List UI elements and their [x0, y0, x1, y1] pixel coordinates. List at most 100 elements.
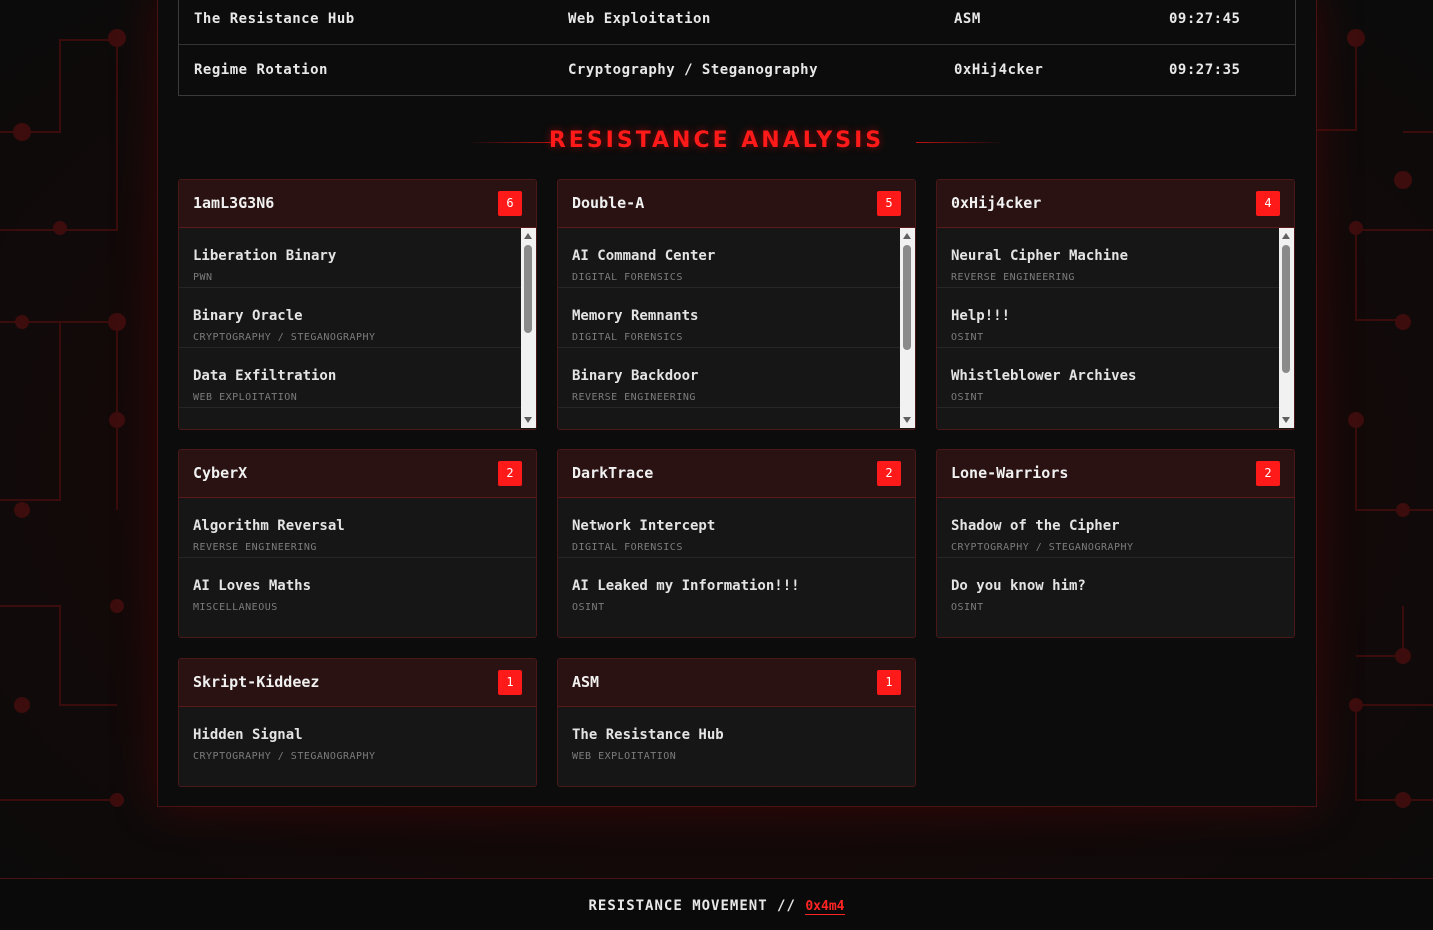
solve-count-badge: 2: [877, 461, 901, 486]
solve-list: Hidden Signal CRYPTOGRAPHY / STEGANOGRAP…: [179, 707, 536, 766]
solve-list[interactable]: Liberation Binary PWN Binary Oracle CRYP…: [179, 228, 536, 428]
solve-count-badge: 6: [498, 191, 522, 216]
list-item: Network Intercept DIGITAL FORENSICS: [558, 498, 915, 558]
solve-count-badge: 1: [877, 670, 901, 695]
scroll-up-arrow-icon[interactable]: [524, 233, 532, 239]
list-item: Neural Cipher Machine REVERSE ENGINEERIN…: [937, 228, 1294, 288]
challenge-category: OSINT: [951, 602, 984, 613]
challenge-category: DIGITAL FORENSICS: [572, 542, 683, 553]
team-card: Skript-Kiddeez 1 Hidden Signal CRYPTOGRA…: [178, 658, 537, 787]
scroll-up-arrow-icon[interactable]: [1282, 233, 1290, 239]
team-card: 1amL3G3N6 6 Liberation Binary PWN Binary…: [178, 179, 537, 430]
list-item: AI Leaked my Information!!! OSINT: [558, 558, 915, 617]
list-item: Algorithm Reversal REVERSE ENGINEERING: [179, 498, 536, 558]
scrollbar[interactable]: [1279, 228, 1294, 428]
table-row: Regime Rotation Cryptography / Steganogr…: [179, 44, 1295, 95]
list-item: AI Command Center DIGITAL FORENSICS: [558, 228, 915, 288]
team-name: 1amL3G3N6: [193, 194, 275, 212]
team-name: DarkTrace: [572, 464, 654, 482]
challenge-cell: Regime Rotation: [194, 62, 328, 78]
list-item: Data Exfiltration WEB EXPLOITATION: [179, 348, 536, 408]
challenge-name: Network Intercept: [572, 518, 716, 534]
solve-count-badge: 2: [1256, 461, 1280, 486]
scroll-down-arrow-icon[interactable]: [524, 417, 532, 423]
team-card: CyberX 2 Algorithm Reversal REVERSE ENGI…: [178, 449, 537, 638]
scrollbar[interactable]: [521, 228, 536, 428]
challenge-cell: The Resistance Hub: [194, 11, 355, 27]
category-cell: Cryptography / Steganography: [568, 62, 819, 78]
footer: RESISTANCE MOVEMENT // 0x4m4: [0, 878, 1433, 930]
list-item: Binary Backdoor REVERSE ENGINEERING: [558, 348, 915, 408]
challenge-category: OSINT: [951, 332, 984, 343]
challenge-category: OSINT: [951, 392, 984, 403]
scrollbar-thumb[interactable]: [1282, 245, 1290, 373]
team-name: ASM: [572, 673, 600, 691]
footer-text-line: RESISTANCE MOVEMENT // 0x4m4: [0, 898, 1433, 915]
challenge-category: REVERSE ENGINEERING: [193, 542, 317, 553]
challenge-category: CRYPTOGRAPHY / STEGANOGRAPHY: [193, 332, 376, 343]
solve-count-badge: 4: [1256, 191, 1280, 216]
challenge-category: REVERSE ENGINEERING: [572, 392, 696, 403]
solve-list: Network Intercept DIGITAL FORENSICS AI L…: [558, 498, 915, 617]
challenge-name: AI Loves Maths: [193, 578, 312, 594]
team-card-header: CyberX 2: [179, 450, 536, 498]
team-card: Double-A 5 AI Command Center DIGITAL FOR…: [557, 179, 916, 430]
solve-count-badge: 1: [498, 670, 522, 695]
team-name: Double-A: [572, 194, 645, 212]
scrollbar-thumb[interactable]: [524, 245, 532, 333]
challenge-name: Liberation Binary: [193, 248, 337, 264]
challenge-name: Hidden Signal: [193, 727, 303, 743]
table-row: The Resistance Hub Web Exploitation ASM …: [179, 0, 1295, 44]
team-name: CyberX: [193, 464, 248, 482]
team-card: DarkTrace 2 Network Intercept DIGITAL FO…: [557, 449, 916, 638]
author-link[interactable]: 0x4m4: [805, 899, 845, 915]
team-cell: 0xHij4cker: [954, 62, 1044, 78]
scrollbar[interactable]: [900, 228, 915, 428]
team-card-header: Skript-Kiddeez 1: [179, 659, 536, 707]
team-card: 0xHij4cker 4 Neural Cipher Machine REVER…: [936, 179, 1295, 430]
list-item: Whistleblower Archives OSINT: [937, 348, 1294, 408]
team-card-header: ASM 1: [558, 659, 915, 707]
section-title: RESISTANCE ANALYSIS: [548, 128, 885, 153]
challenge-category: WEB EXPLOITATION: [193, 392, 298, 403]
list-item: Liberation Binary PWN: [179, 228, 536, 288]
challenge-category: REVERSE ENGINEERING: [951, 272, 1075, 283]
challenge-name: Whistleblower Archives: [951, 368, 1137, 384]
list-item: Do you know him? OSINT: [937, 558, 1294, 617]
solve-list: Shadow of the Cipher CRYPTOGRAPHY / STEG…: [937, 498, 1294, 617]
scroll-down-arrow-icon[interactable]: [1282, 417, 1290, 423]
solve-list: The Resistance Hub WEB EXPLOITATION: [558, 707, 915, 766]
challenge-category: DIGITAL FORENSICS: [572, 272, 683, 283]
team-name: 0xHij4cker: [951, 194, 1042, 212]
time-cell: 09:27:45: [1169, 11, 1241, 27]
scroll-up-arrow-icon[interactable]: [903, 233, 911, 239]
challenge-name: Algorithm Reversal: [193, 518, 345, 534]
challenge-name: The Resistance Hub: [572, 727, 724, 743]
solve-list: Algorithm Reversal REVERSE ENGINEERING A…: [179, 498, 536, 617]
section-heading: RESISTANCE ANALYSIS: [0, 128, 1433, 153]
solve-list[interactable]: AI Command Center DIGITAL FORENSICS Memo…: [558, 228, 915, 428]
challenge-name: Binary Oracle: [193, 308, 303, 324]
solve-list[interactable]: Neural Cipher Machine REVERSE ENGINEERIN…: [937, 228, 1294, 428]
team-card: ASM 1 The Resistance Hub WEB EXPLOITATIO…: [557, 658, 916, 787]
team-card-header: Lone-Warriors 2: [937, 450, 1294, 498]
team-card-header: Double-A 5: [558, 180, 915, 228]
challenge-name: AI Command Center: [572, 248, 716, 264]
list-item: Help!!! OSINT: [937, 288, 1294, 348]
solve-count-badge: 5: [877, 191, 901, 216]
challenge-name: Memory Remnants: [572, 308, 699, 324]
list-item: AI Loves Maths MISCELLANEOUS: [179, 558, 536, 617]
list-item: Binary Oracle CRYPTOGRAPHY / STEGANOGRAP…: [179, 288, 536, 348]
list-item: Shadow of the Cipher CRYPTOGRAPHY / STEG…: [937, 498, 1294, 558]
scrollbar-thumb[interactable]: [903, 245, 911, 350]
challenge-category: OSINT: [572, 602, 605, 613]
scroll-down-arrow-icon[interactable]: [903, 417, 911, 423]
time-cell: 09:27:35: [1169, 62, 1241, 78]
challenge-category: CRYPTOGRAPHY / STEGANOGRAPHY: [951, 542, 1134, 553]
team-name: Skript-Kiddeez: [193, 673, 320, 691]
challenge-category: CRYPTOGRAPHY / STEGANOGRAPHY: [193, 751, 376, 762]
challenge-category: WEB EXPLOITATION: [572, 751, 677, 762]
challenge-name: Help!!!: [951, 308, 1011, 324]
footer-text: RESISTANCE MOVEMENT //: [588, 898, 796, 914]
team-card: Lone-Warriors 2 Shadow of the Cipher CRY…: [936, 449, 1295, 638]
